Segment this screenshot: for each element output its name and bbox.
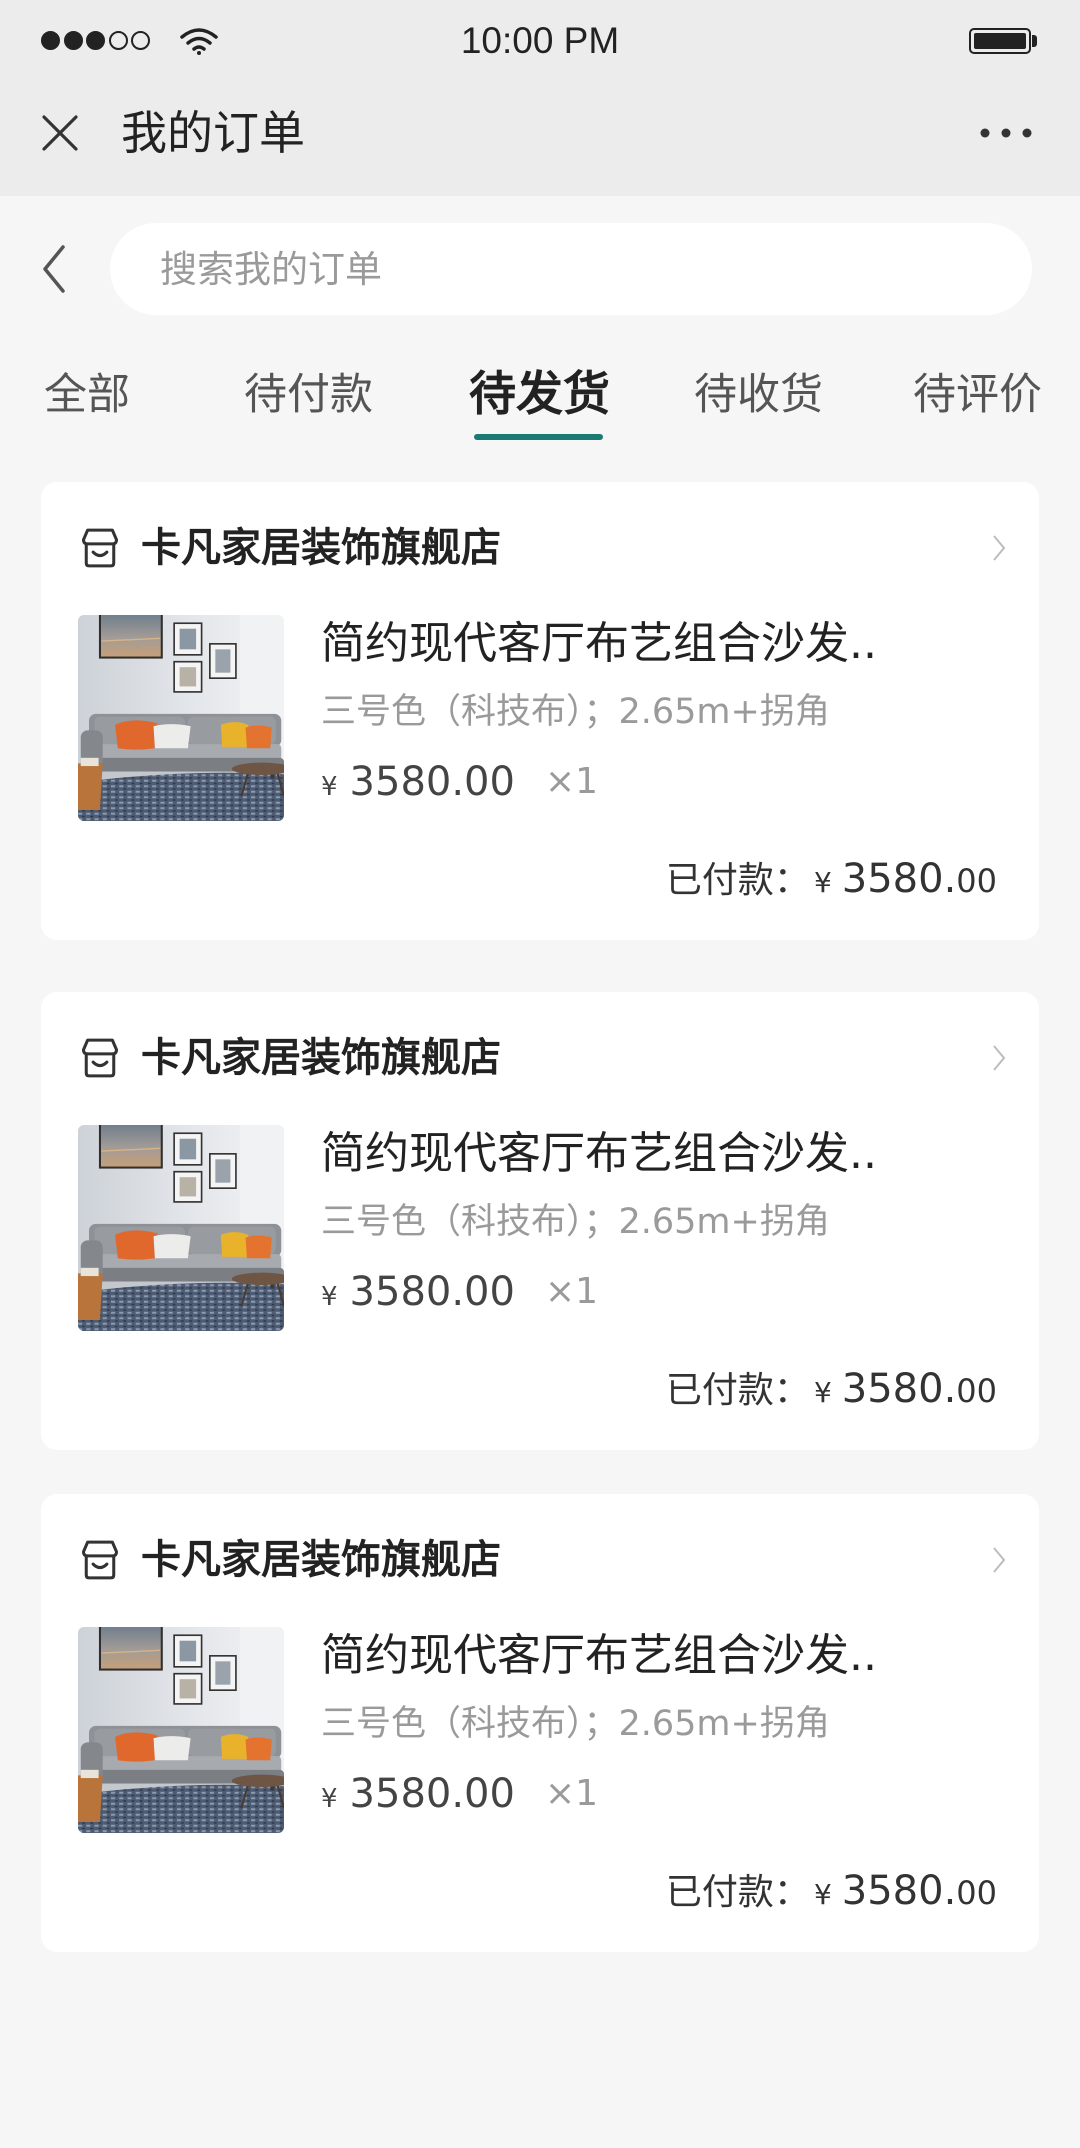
- search-bar[interactable]: [110, 223, 1032, 315]
- price-value: 3580.00: [349, 1771, 515, 1817]
- active-tab-indicator: [474, 434, 603, 440]
- paid-amount: 已付款： ¥3580.00: [666, 854, 997, 904]
- signal-dot: [131, 31, 150, 50]
- chevron-right-icon: [991, 1043, 1007, 1073]
- product-title: 简约现代客厅布艺组合沙发..: [321, 618, 877, 669]
- store-header[interactable]: 卡凡家居装饰旗舰店: [41, 1012, 1039, 1104]
- paid-label: 已付款：: [665, 860, 810, 901]
- paid-amount: 已付款： ¥3580.00: [666, 1866, 997, 1916]
- status-time: 10:00 PM: [460, 20, 620, 61]
- tab-pending-payment[interactable]: 待付款: [244, 360, 373, 430]
- battery-icon: [969, 28, 1031, 54]
- product-title: 简约现代客厅布艺组合沙发..: [321, 1630, 877, 1681]
- store-header[interactable]: 卡凡家居装饰旗舰店: [41, 1514, 1039, 1606]
- product-photo: [78, 615, 284, 821]
- close-icon: [42, 115, 78, 151]
- tab-pending-shipment[interactable]: 待发货: [469, 360, 610, 430]
- signal-dot: [41, 31, 60, 50]
- product-price: ¥3580.00: [321, 757, 515, 807]
- back-button[interactable]: [36, 241, 76, 297]
- product-image: [78, 615, 284, 821]
- search-input[interactable]: [160, 223, 1000, 315]
- price-value: 3580.00: [349, 1269, 515, 1315]
- store-header[interactable]: 卡凡家居装饰旗舰店: [41, 502, 1039, 594]
- close-button[interactable]: [41, 114, 79, 152]
- product-quantity: ×1: [545, 1271, 599, 1312]
- paid-currency: ¥: [813, 1376, 832, 1409]
- product-item[interactable]: 简约现代客厅布艺组合沙发.. 三号色（科技布）；2.65m+拐角 ¥3580.0…: [41, 607, 1039, 829]
- paid-currency: ¥: [813, 866, 832, 899]
- chevron-right-icon: [991, 533, 1007, 563]
- product-photo: [78, 1627, 284, 1833]
- price-currency: ¥: [321, 1784, 338, 1814]
- paid-amount-decimal: 00: [956, 1372, 997, 1410]
- order-card[interactable]: 卡凡家居装饰旗舰店 简约现代客厅布艺组合沙发.. 三号色（科技布）；2.65m+…: [41, 992, 1039, 1450]
- price-value: 3580.00: [349, 759, 515, 805]
- store-icon: [78, 1036, 122, 1080]
- product-spec: 三号色（科技布）；2.65m+拐角: [321, 1202, 830, 1242]
- order-status-tabs: 全部 待付款 待发货 待收货 待评价: [0, 360, 1080, 450]
- chevron-right-icon: [991, 1545, 1007, 1575]
- paid-currency: ¥: [813, 1878, 832, 1911]
- tab-all[interactable]: 全部: [44, 360, 130, 430]
- product-price: ¥3580.00: [321, 1267, 515, 1317]
- tab-pending-receipt[interactable]: 待收货: [694, 360, 823, 430]
- top-bar: 10:00 PM 我的订单: [0, 0, 1080, 196]
- order-card[interactable]: 卡凡家居装饰旗舰店 简约现代客厅布艺组合沙发.. 三号色（科技布）；2.65m+…: [41, 482, 1039, 940]
- store-icon: [78, 1538, 122, 1582]
- product-item[interactable]: 简约现代客厅布艺组合沙发.. 三号色（科技布）；2.65m+拐角 ¥3580.0…: [41, 1619, 1039, 1841]
- battery-level: [974, 33, 1026, 49]
- order-card[interactable]: 卡凡家居装饰旗舰店 简约现代客厅布艺组合沙发.. 三号色（科技布）；2.65m+…: [41, 1494, 1039, 1952]
- store-icon: [78, 526, 122, 570]
- paid-label: 已付款：: [665, 1872, 810, 1913]
- paid-amount-integer: 3580.: [841, 1366, 957, 1412]
- more-button[interactable]: [976, 123, 1036, 143]
- paid-amount-integer: 3580.: [841, 1868, 957, 1914]
- page-title: 我的订单: [121, 106, 305, 160]
- paid-amount: 已付款： ¥3580.00: [666, 1364, 997, 1414]
- paid-label: 已付款：: [665, 1370, 810, 1411]
- product-price: ¥3580.00: [321, 1769, 515, 1819]
- product-image: [78, 1125, 284, 1331]
- store-name: 卡凡家居装饰旗舰店: [141, 1035, 501, 1081]
- product-photo: [78, 1125, 284, 1331]
- paid-amount-decimal: 00: [956, 862, 997, 900]
- tab-pending-review[interactable]: 待评价: [913, 360, 1042, 430]
- signal-dot: [108, 31, 128, 50]
- product-item[interactable]: 简约现代客厅布艺组合沙发.. 三号色（科技布）；2.65m+拐角 ¥3580.0…: [41, 1117, 1039, 1339]
- product-image: [78, 1627, 284, 1833]
- signal-strength-icon: [41, 31, 150, 50]
- product-spec: 三号色（科技布）；2.65m+拐角: [321, 1704, 830, 1744]
- battery-nub: [1032, 35, 1037, 47]
- price-currency: ¥: [321, 1282, 338, 1312]
- price-currency: ¥: [321, 772, 338, 802]
- product-quantity: ×1: [545, 1773, 599, 1814]
- more-icon: [980, 128, 1032, 138]
- chevron-left-icon: [43, 245, 65, 293]
- paid-amount-integer: 3580.: [841, 856, 957, 902]
- paid-amount-decimal: 00: [956, 1874, 997, 1912]
- product-title: 简约现代客厅布艺组合沙发..: [321, 1128, 877, 1179]
- product-quantity: ×1: [545, 761, 599, 802]
- store-name: 卡凡家居装饰旗舰店: [141, 1537, 501, 1583]
- store-name: 卡凡家居装饰旗舰店: [141, 525, 501, 571]
- wifi-icon: [180, 28, 218, 55]
- signal-dot: [86, 31, 105, 50]
- product-spec: 三号色（科技布）；2.65m+拐角: [321, 692, 830, 732]
- signal-dot: [63, 31, 83, 50]
